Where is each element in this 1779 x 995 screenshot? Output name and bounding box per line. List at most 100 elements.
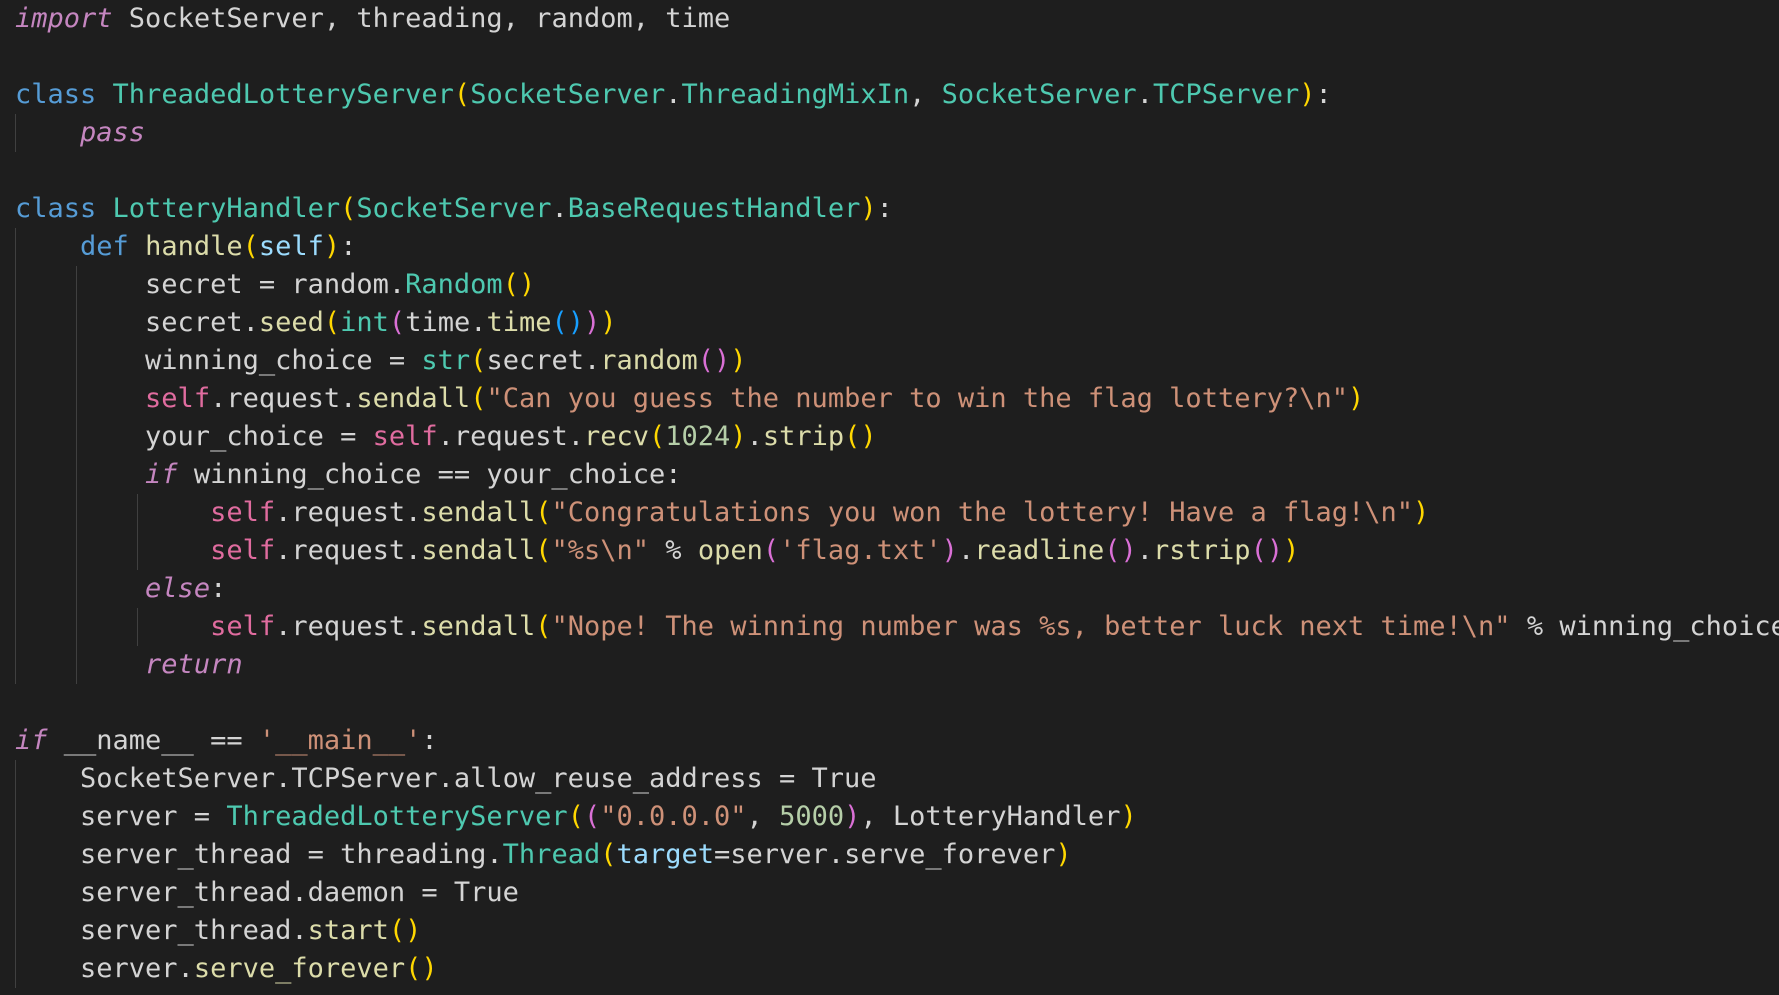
code-line[interactable]: SocketServer.TCPServer.allow_reuse_addre…	[15, 760, 1779, 798]
code-token: sendall	[356, 383, 471, 414]
code-token: readline	[974, 535, 1105, 566]
code-line[interactable]: server = ThreadedLotteryServer(("0.0.0.0…	[15, 798, 1779, 836]
code-token: :	[1315, 79, 1332, 110]
code-token: '__main__'	[258, 725, 422, 756]
code-line[interactable]: class ThreadedLotteryServer(SocketServer…	[15, 76, 1779, 114]
code-line[interactable]: server_thread = threading.Thread(target=…	[15, 836, 1779, 874]
code-token: serve_forever	[193, 953, 406, 984]
code-token: :	[876, 193, 893, 224]
code-token: (	[762, 535, 780, 566]
code-line[interactable]: else:	[15, 570, 1779, 608]
code-token: ()	[697, 345, 731, 376]
code-line[interactable]: pass	[15, 114, 1779, 152]
code-token: start	[307, 915, 389, 946]
code-line[interactable]: if winning_choice == your_choice:	[15, 456, 1779, 494]
code-token: str	[421, 345, 471, 376]
code-token: TCPServer	[1152, 79, 1300, 110]
code-token: server =	[15, 801, 227, 832]
code-token: class	[15, 79, 97, 110]
code-token: .request.	[275, 497, 422, 528]
indent-guide	[76, 304, 77, 342]
code-line[interactable]: self.request.sendall("Congratulations yo…	[15, 494, 1779, 532]
code-token: target	[616, 839, 715, 870]
code-token: SocketServer	[941, 79, 1137, 110]
indent-guide	[76, 570, 77, 608]
indent-guide	[15, 380, 16, 418]
code-token: if	[145, 459, 178, 490]
indent-guide	[15, 608, 16, 646]
code-token: (	[323, 307, 341, 338]
code-area[interactable]: import SocketServer, threading, random, …	[15, 0, 1779, 988]
code-token: .	[551, 193, 568, 224]
indent-guide	[15, 950, 16, 988]
code-token: secret = random.	[15, 269, 406, 300]
code-token: )	[860, 193, 877, 224]
code-token: % winning_choice	[1510, 611, 1779, 642]
code-line[interactable]: your_choice = self.request.recv(1024).st…	[15, 418, 1779, 456]
code-token: ()	[1250, 535, 1284, 566]
code-line[interactable]: secret = random.Random()	[15, 266, 1779, 304]
code-token: "Can you guess the number to win the fla…	[486, 383, 1348, 414]
code-token: "%s\n"	[551, 535, 650, 566]
code-line[interactable]: ​	[15, 152, 1779, 190]
code-token: (	[242, 231, 259, 262]
code-line[interactable]: ​	[15, 684, 1779, 722]
code-line[interactable]: server_thread.start()	[15, 912, 1779, 950]
code-token: )	[1348, 383, 1365, 414]
code-token: (	[453, 79, 471, 110]
code-line[interactable]: class LotteryHandler(SocketServer.BaseRe…	[15, 190, 1779, 228]
code-line[interactable]: return	[15, 646, 1779, 684]
indent-guide	[137, 494, 138, 532]
code-token: ThreadedLotteryServer	[226, 801, 568, 832]
indent-guide	[76, 532, 77, 570]
code-token: winning_choice == your_choice:	[177, 459, 682, 490]
code-token: 'flag.txt'	[779, 535, 942, 566]
code-token: (	[470, 383, 487, 414]
code-line[interactable]: secret.seed(int(time.time()))	[15, 304, 1779, 342]
code-token: :	[421, 725, 438, 756]
code-token: SocketServer.TCPServer.allow_reuse_addre…	[15, 763, 877, 794]
code-token: (	[600, 839, 617, 870]
code-token: Random	[405, 269, 503, 300]
code-token: recv	[583, 421, 649, 452]
indent-guide	[76, 266, 77, 304]
code-token: (	[535, 535, 552, 566]
code-token: .request.	[210, 383, 357, 414]
code-token: return	[145, 649, 243, 680]
code-line[interactable]: server.serve_forever()	[15, 950, 1779, 988]
code-token: )	[730, 345, 747, 376]
code-token: sendall	[421, 535, 536, 566]
indent-guide	[15, 266, 16, 304]
code-token: pass	[80, 117, 146, 148]
code-token: ()	[551, 307, 585, 338]
code-token: self	[145, 383, 211, 414]
code-line[interactable]: import SocketServer, threading, random, …	[15, 0, 1779, 38]
code-token: time.	[405, 307, 487, 338]
code-token: LotteryHandler	[112, 193, 341, 224]
code-token: .	[665, 79, 682, 110]
code-token: handle	[145, 231, 243, 262]
code-line[interactable]: winning_choice = str(secret.random())	[15, 342, 1779, 380]
code-line[interactable]: server_thread.daemon = True	[15, 874, 1779, 912]
code-token: .request.	[275, 535, 422, 566]
code-editor[interactable]: import SocketServer, threading, random, …	[0, 0, 1779, 995]
code-line[interactable]: self.request.sendall("Nope! The winning …	[15, 608, 1779, 646]
code-token: )	[1055, 839, 1072, 870]
code-line[interactable]: def handle(self):	[15, 228, 1779, 266]
code-token: (	[388, 307, 406, 338]
code-line[interactable]: self.request.sendall("%s\n" % open('flag…	[15, 532, 1779, 570]
code-line[interactable]: self.request.sendall("Can you guess the …	[15, 380, 1779, 418]
indent-guide	[76, 418, 77, 456]
indent-guide	[76, 342, 77, 380]
code-line[interactable]: if __name__ == '__main__':	[15, 722, 1779, 760]
code-token: (	[649, 421, 666, 452]
code-token: random	[600, 345, 698, 376]
code-line[interactable]: ​	[15, 38, 1779, 76]
